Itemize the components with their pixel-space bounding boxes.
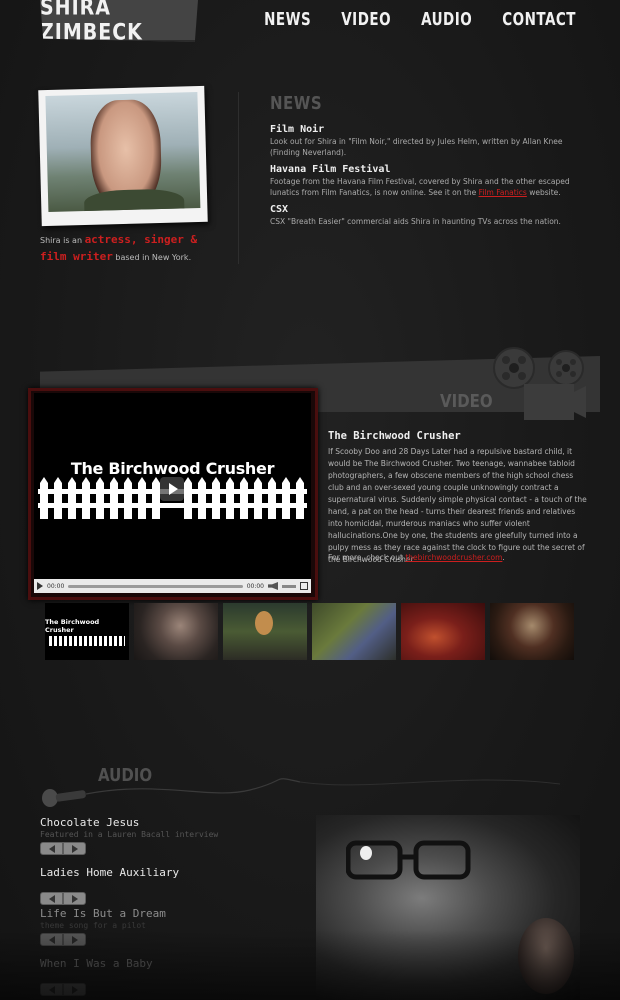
video-description: If Scooby Doo and 28 Days Later had a re… [328,447,587,564]
site-logo[interactable]: SHIRA ZIMBECK [40,0,198,42]
video-thumbnail[interactable]: The Birchwood Crusher [45,603,129,660]
audio-track: Ladies Home Auxiliary [40,866,290,905]
volume-slider[interactable] [282,584,296,588]
track-controls [40,892,290,905]
column-divider [238,92,239,264]
video-controls: 00:00 00:00 [34,579,311,593]
audio-section-label: AUDIO [98,764,153,786]
volume-icon[interactable] [268,582,278,590]
video-more-prefix: For more, check out [328,553,403,562]
track-controls [40,842,290,855]
track-subtitle: theme song for a pilot [40,921,146,930]
video-screen[interactable]: The Birchwood Crusher [34,393,311,578]
track-play-button[interactable] [63,892,86,905]
news-text-after: website. [529,188,561,197]
bio-suffix: based in New York. [115,253,192,262]
audio-track: Life Is But a Dream theme song for a pil… [40,907,290,946]
video-more-line: For more, check out thebirchwoodcrusher.… [328,553,505,562]
rewind-icon [48,844,55,853]
glasses-graphic [346,840,471,880]
time-current: 00:00 [47,582,65,590]
film-projector-icon [493,347,586,420]
nav-news[interactable]: NEWS [264,8,311,30]
track-title: Chocolate Jesus [40,816,140,829]
video-thumbnail[interactable] [223,603,307,660]
play-overlay-icon[interactable] [160,477,184,501]
play-icon [71,935,78,944]
rewind-icon [48,894,55,903]
seek-bar[interactable] [68,584,243,588]
nav-contact[interactable]: CONTACT [502,8,576,30]
news-item-title: CSX [270,204,289,215]
video-poster-title: The Birchwood Crusher [70,459,275,478]
thumbnail-title: The Birchwood Crusher [45,617,100,634]
thumbnail-fence [49,635,125,646]
news-item-text: Footage from the Havana Film Festival, c… [270,176,588,198]
track-title: When I Was a Baby [40,957,153,970]
bio-highlight-roles: actress, singer & [84,233,198,246]
bio-text: Shira is an actress, singer & film write… [40,232,220,266]
news-item-text: CSX "Breath Easier" commercial aids Shir… [270,217,561,226]
track-subtitle [40,971,290,981]
audio-track: Chocolate Jesus Featured in a Lauren Bac… [40,816,290,855]
video-thumbnails: The Birchwood Crusher [45,603,574,660]
logo-text: SHIRA ZIMBECK [40,0,143,46]
play-icon [71,894,78,903]
track-subtitle [40,880,290,890]
track-prev-button[interactable] [40,933,63,946]
bio-highlight-writer: film writer [40,250,113,263]
profile-photo-image [45,92,201,212]
play-icon [71,844,78,853]
film-fanatics-link[interactable]: Film Fanatics [479,188,527,197]
main-nav: NEWS VIDEO AUDIO CONTACT [264,8,576,30]
track-subtitle: Featured in a Lauren Bacall interview [40,830,219,839]
track-play-button[interactable] [63,842,86,855]
time-total: 00:00 [246,582,264,590]
video-player[interactable]: The Birchwood Crusher 00:00 00:00 [34,393,311,593]
news-heading: NEWS [270,92,323,114]
news-item: Film Noir Look out for Shira in "Film No… [270,124,588,158]
audio-feature-photo [316,815,580,1000]
track-title: Ladies Home Auxiliary [40,866,180,879]
track-play-button[interactable] [63,933,86,946]
track-prev-button[interactable] [40,892,63,905]
video-thumbnail[interactable] [134,603,218,660]
profile-photo [38,85,208,227]
nav-video[interactable]: VIDEO [341,8,391,30]
fullscreen-icon[interactable] [300,582,308,590]
background-face [518,918,574,994]
video-more-suffix: . [502,553,505,562]
track-prev-button[interactable] [40,842,63,855]
video-thumbnail[interactable] [401,603,485,660]
track-title: Life Is But a Dream [40,907,166,920]
news-item-title: Film Noir [270,124,325,135]
track-prev-button[interactable] [40,983,63,996]
play-icon [71,985,78,994]
video-section-label: VIDEO [440,390,493,412]
track-controls [40,933,290,946]
rewind-icon [48,985,55,994]
rewind-icon [48,935,55,944]
video-thumbnail[interactable] [312,603,396,660]
track-controls [40,983,290,996]
track-play-button[interactable] [63,983,86,996]
news-item-title: Havana Film Festival [270,164,391,175]
news-item: CSX CSX "Breath Easier" commercial aids … [270,204,588,227]
nav-audio[interactable]: AUDIO [421,8,472,30]
video-title: The Birchwood Crusher [328,430,461,442]
birchwood-crusher-link[interactable]: thebirchwoodcrusher.com [405,553,502,562]
news-item: Havana Film Festival Footage from the Ha… [270,164,588,198]
news-item-text: Look out for Shira in "Film Noir," direc… [270,137,563,157]
audio-track: When I Was a Baby [40,957,290,996]
play-icon[interactable] [37,582,43,590]
video-thumbnail[interactable] [490,603,574,660]
bio-prefix: Shira is an [40,236,83,245]
